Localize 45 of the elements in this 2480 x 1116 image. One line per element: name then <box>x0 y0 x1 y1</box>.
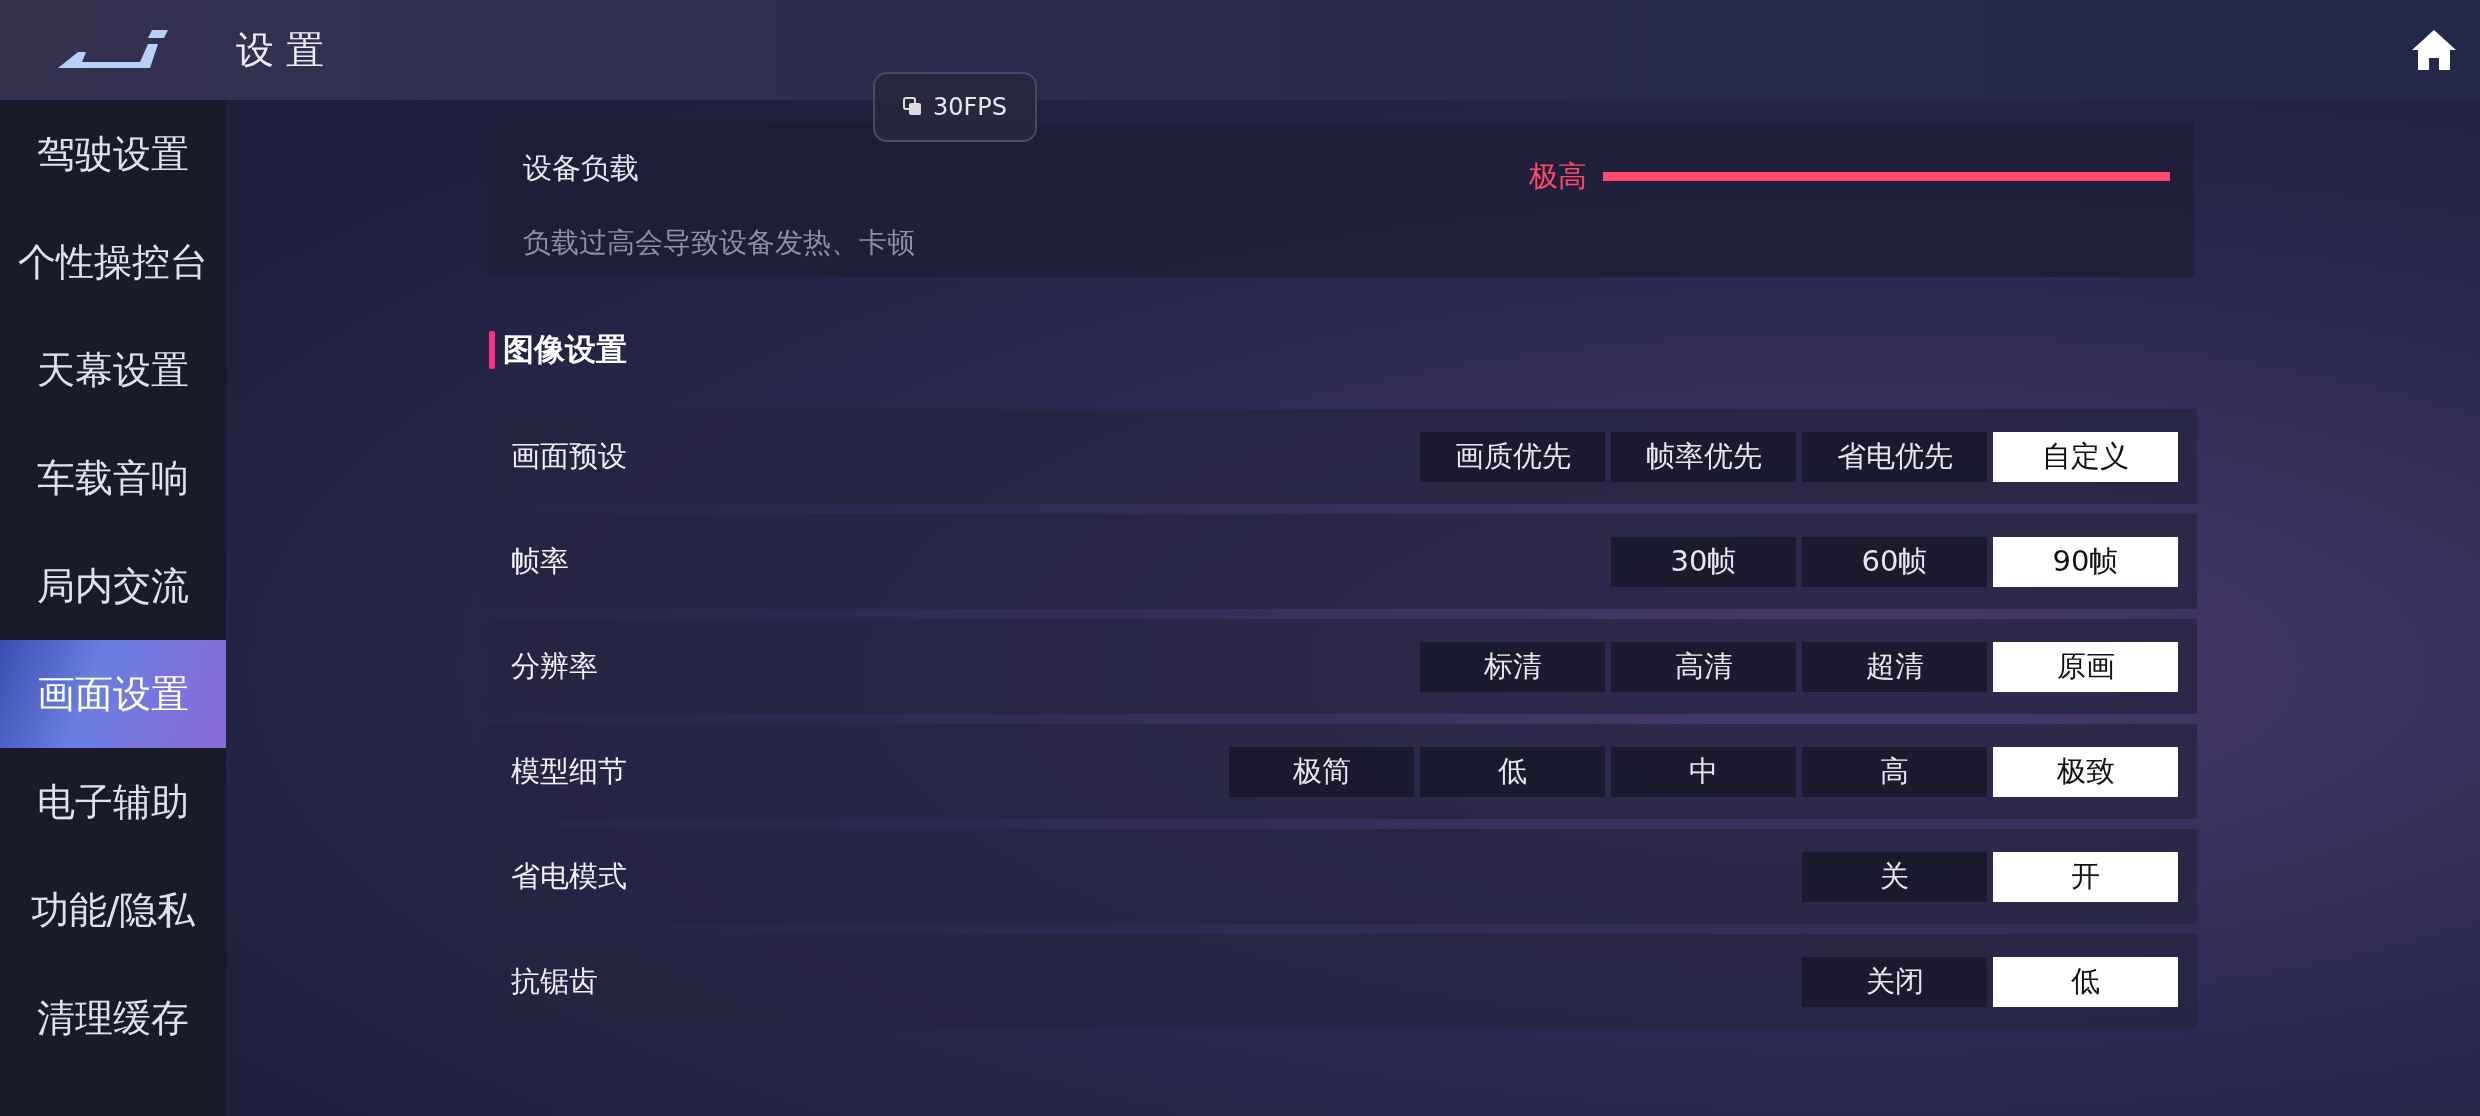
setting-label: 省电模式 <box>511 857 628 895</box>
setting-label: 分辨率 <box>511 647 599 685</box>
sidebar-item[interactable]: 电子辅助 <box>0 748 226 856</box>
fps-badge: 30FPS <box>873 72 1037 142</box>
option-button[interactable]: 极致 <box>1993 746 2178 797</box>
option-button[interactable]: 60帧 <box>1802 536 1987 587</box>
sidebar-item[interactable]: 功能/隐私 <box>0 856 226 964</box>
option-button[interactable]: 30帧 <box>1611 536 1796 587</box>
sidebar-item[interactable]: 清理缓存 <box>0 964 226 1072</box>
option-button[interactable]: 高清 <box>1611 641 1796 692</box>
setting-label: 抗锯齿 <box>511 962 599 1000</box>
option-button[interactable]: 关 <box>1802 851 1987 902</box>
option-button[interactable]: 标清 <box>1420 641 1605 692</box>
setting-label: 帧率 <box>511 542 570 580</box>
option-button[interactable]: 自定义 <box>1993 431 2178 482</box>
option-button[interactable]: 帧率优先 <box>1611 431 1796 482</box>
option-button[interactable]: 画质优先 <box>1420 431 1605 482</box>
option-button[interactable]: 省电优先 <box>1802 431 1987 482</box>
option-button[interactable]: 极简 <box>1229 746 1414 797</box>
section-title: 图像设置 <box>503 330 627 369</box>
copy-icon <box>902 97 923 117</box>
option-button[interactable]: 超清 <box>1802 641 1987 692</box>
sidebar-item[interactable]: 驾驶设置 <box>0 100 226 208</box>
home-icon[interactable] <box>2411 28 2457 72</box>
setting-label: 画面预设 <box>511 437 628 475</box>
option-button[interactable]: 中 <box>1611 746 1796 797</box>
load-reading: 极高 <box>1529 157 1587 195</box>
sidebar-item[interactable]: 天幕设置 <box>0 316 226 424</box>
option-button[interactable]: 关闭 <box>1802 956 1987 1007</box>
sidebar-item[interactable]: 车载音响 <box>0 424 226 532</box>
option-button[interactable]: 原画 <box>1993 641 2178 692</box>
setting-label: 模型细节 <box>511 752 628 790</box>
device-load-description: 负载过高会导致设备发热、卡顿 <box>523 225 916 261</box>
page-title: 设 置 <box>236 26 325 74</box>
option-button[interactable]: 开 <box>1993 851 2178 902</box>
option-button[interactable]: 90帧 <box>1993 536 2178 587</box>
option-button[interactable]: 低 <box>1993 956 2178 1007</box>
option-button[interactable]: 低 <box>1420 746 1605 797</box>
device-load-title: 设备负载 <box>523 150 640 187</box>
sidebar-item[interactable]: 个性操控台 <box>0 208 226 316</box>
logo-icon <box>58 30 168 70</box>
sidebar-item[interactable]: 局内交流 <box>0 532 226 640</box>
sidebar-item[interactable]: 画面设置 <box>0 640 226 748</box>
option-button[interactable]: 高 <box>1802 746 1987 797</box>
section-accent <box>489 331 495 369</box>
